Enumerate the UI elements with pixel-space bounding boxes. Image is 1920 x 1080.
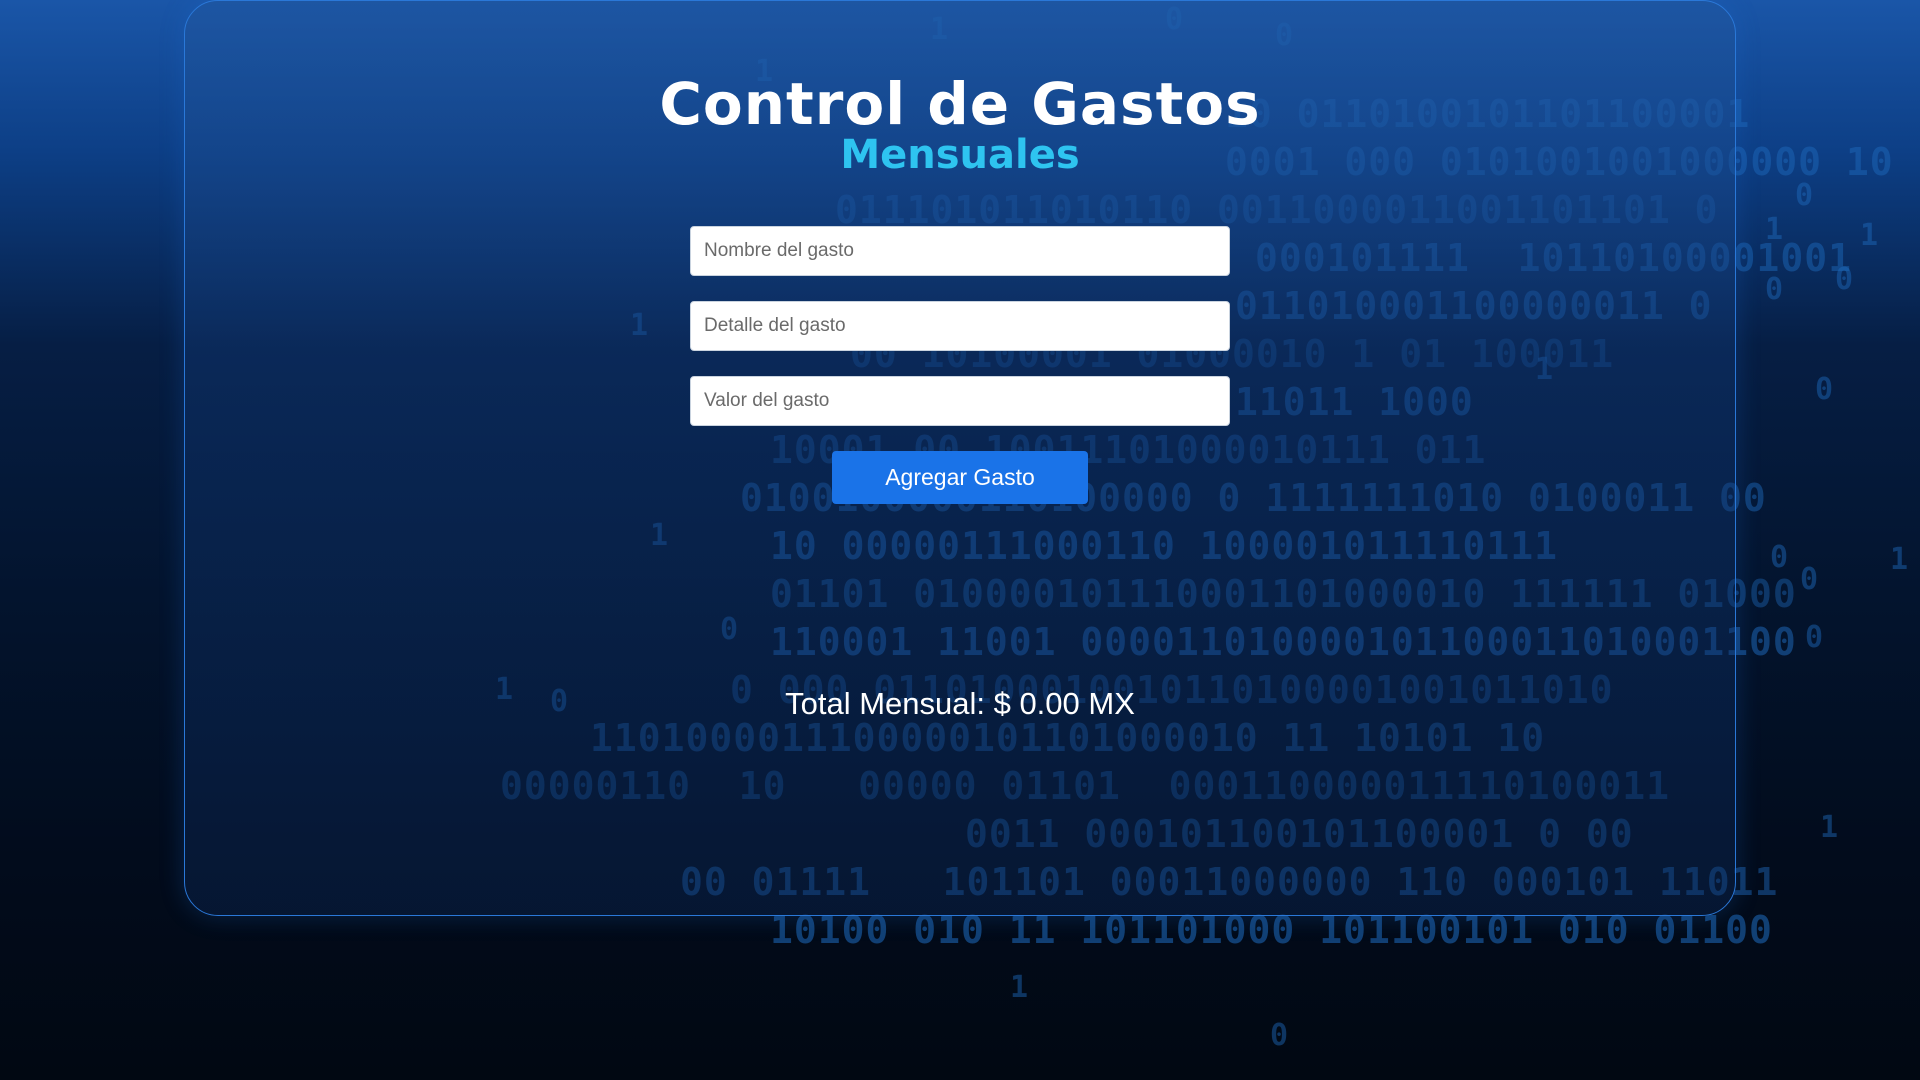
binary-digit: 0 (1270, 1018, 1289, 1053)
binary-digit: 0 (1805, 620, 1824, 655)
binary-digit: 0 (1835, 262, 1854, 297)
binary-digit: 0 (1815, 372, 1834, 407)
binary-digit: 1 (1820, 810, 1839, 845)
binary-digit: 0 (1765, 272, 1784, 307)
binary-digit: 1 (1860, 218, 1879, 253)
binary-digit: 0 (1795, 178, 1814, 213)
page-subtitle: Mensuales (840, 132, 1080, 178)
binary-digit: 1 (1890, 542, 1909, 577)
binary-digit: 0 (1800, 562, 1819, 597)
expense-name-input[interactable] (690, 226, 1230, 276)
binary-digit: 1 (1765, 212, 1784, 247)
binary-digit: 1 (1010, 970, 1029, 1005)
monthly-total: Total Mensual: $ 0.00 MX (785, 686, 1135, 721)
page-title: Control de Gastos (659, 70, 1261, 138)
binary-digit: 0 (1770, 540, 1789, 575)
expense-value-input[interactable] (690, 376, 1230, 426)
add-expense-button[interactable]: Agregar Gasto (832, 451, 1088, 504)
expense-detail-input[interactable] (690, 301, 1230, 351)
